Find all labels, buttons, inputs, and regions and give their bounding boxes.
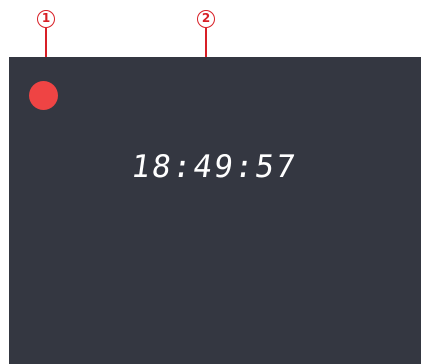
clock-time-display: 18:49:57: [128, 149, 300, 185]
callout-2-badge: 2: [197, 10, 215, 28]
recorder-panel: 18:49:57: [9, 57, 421, 364]
callout-1-badge: 1: [37, 10, 55, 28]
record-indicator-icon[interactable]: [29, 81, 58, 110]
